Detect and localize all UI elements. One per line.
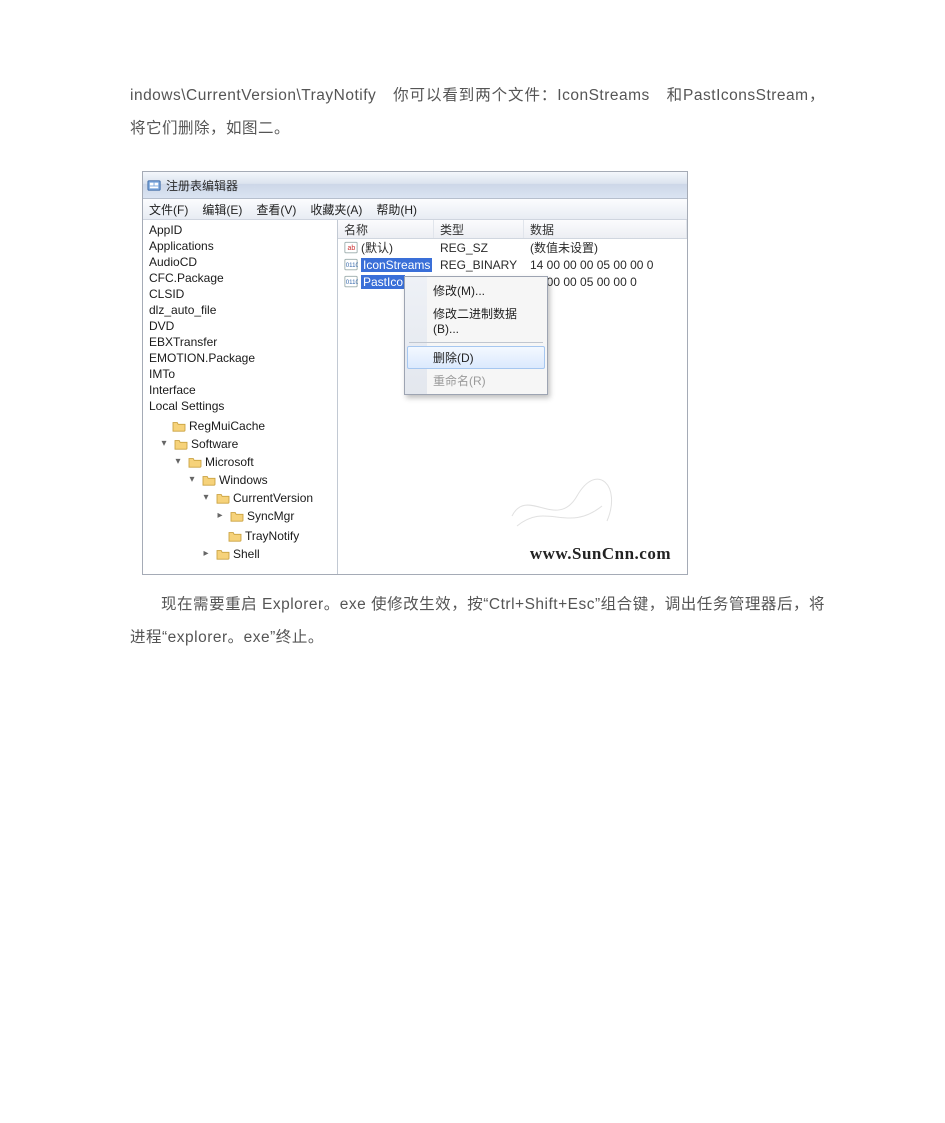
- title-bar: 注册表编辑器: [143, 172, 687, 199]
- folder-icon: [174, 438, 188, 450]
- regedit-window: 注册表编辑器 文件(F) 编辑(E) 查看(V) 收藏夹(A) 帮助(H) Ap…: [142, 171, 688, 575]
- tree-list: AppID Applications AudioCD CFC.Package C…: [143, 220, 337, 562]
- folder-icon: [216, 492, 230, 504]
- tree-item[interactable]: ▸ SyncMgr: [145, 506, 337, 524]
- tree-item[interactable]: Local Settings: [145, 398, 337, 414]
- regedit-body: AppID Applications AudioCD CFC.Package C…: [143, 220, 687, 574]
- menu-help[interactable]: 帮助(H): [376, 201, 417, 218]
- folder-icon: [188, 456, 202, 468]
- paragraph-1: indows\CurrentVersion\TrayNotify 你可以看到两个…: [130, 80, 825, 145]
- tree-item[interactable]: TrayNotify: [145, 524, 337, 544]
- svg-text:ab: ab: [348, 245, 356, 252]
- col-name[interactable]: 名称: [338, 220, 434, 238]
- decorative-scribble: [507, 476, 627, 536]
- menu-file[interactable]: 文件(F): [149, 201, 188, 218]
- menu-edit[interactable]: 编辑(E): [202, 201, 242, 218]
- svg-text:0110: 0110: [346, 279, 358, 286]
- expander-icon[interactable]: ▾: [201, 493, 211, 503]
- tree-item[interactable]: IMTo: [145, 366, 337, 382]
- paragraph-2: 现在需要重启 Explorer。exe 使修改生效，按“Ctrl+Shift+E…: [130, 589, 825, 654]
- separator: [409, 342, 543, 343]
- folder-icon: [202, 474, 216, 486]
- tree-item[interactable]: Interface: [145, 382, 337, 398]
- document-page: indows\CurrentVersion\TrayNotify 你可以看到两个…: [0, 0, 945, 1123]
- menu-view[interactable]: 查看(V): [256, 201, 296, 218]
- folder-icon: [228, 530, 242, 542]
- svg-text:0110: 0110: [346, 262, 358, 269]
- menu-fav[interactable]: 收藏夹(A): [310, 201, 362, 218]
- value-pane: 名称 类型 数据 ab (默认) REG_SZ: [338, 220, 687, 574]
- binary-icon: 0110: [344, 258, 358, 271]
- value-row-selected[interactable]: 0110 IconStreams REG_BINARY 14 00 00 00 …: [338, 256, 687, 273]
- tree-item[interactable]: EBXTransfer: [145, 334, 337, 350]
- expander-icon[interactable]: ▸: [215, 511, 225, 521]
- tree-item[interactable]: Applications: [145, 238, 337, 254]
- tree-pane: AppID Applications AudioCD CFC.Package C…: [143, 220, 338, 574]
- expander-icon[interactable]: ▾: [187, 475, 197, 485]
- column-headers: 名称 类型 数据: [338, 220, 687, 239]
- value-row[interactable]: ab (默认) REG_SZ (数值未设置): [338, 239, 687, 256]
- string-icon: ab: [344, 241, 358, 254]
- regedit-icon: [147, 178, 162, 193]
- expander-icon[interactable]: ▾: [159, 439, 169, 449]
- context-rename[interactable]: 重命名(R): [407, 369, 545, 392]
- menu-bar: 文件(F) 编辑(E) 查看(V) 收藏夹(A) 帮助(H): [143, 199, 687, 220]
- tree-item[interactable]: ▸ Shell: [145, 544, 337, 562]
- tree-item[interactable]: EMOTION.Package: [145, 350, 337, 366]
- context-delete[interactable]: 删除(D): [407, 346, 545, 369]
- tree-item[interactable]: DVD: [145, 318, 337, 334]
- binary-icon: 0110: [344, 275, 358, 288]
- tree-item[interactable]: AppID: [145, 222, 337, 238]
- tree-item[interactable]: dlz_auto_file: [145, 302, 337, 318]
- tree-item[interactable]: CLSID: [145, 286, 337, 302]
- folder-icon: [216, 548, 230, 560]
- folder-icon: [172, 420, 186, 432]
- tree-item[interactable]: ▾ Microsoft: [145, 452, 337, 470]
- tree-item[interactable]: CFC.Package: [145, 270, 337, 286]
- context-modify[interactable]: 修改(M)...: [407, 279, 545, 302]
- tree-item[interactable]: AudioCD: [145, 254, 337, 270]
- watermark: www.SunCnn.com: [530, 544, 671, 564]
- expander-icon[interactable]: ▾: [173, 457, 183, 467]
- tree-item[interactable]: ▾ Software: [145, 434, 337, 452]
- col-data[interactable]: 数据: [524, 220, 687, 238]
- expander-icon[interactable]: ▸: [201, 549, 211, 559]
- folder-icon: [230, 510, 244, 522]
- col-type[interactable]: 类型: [434, 220, 524, 238]
- tree-item[interactable]: ▾ CurrentVersion: [145, 488, 337, 506]
- window-title: 注册表编辑器: [166, 177, 238, 194]
- tree-item[interactable]: RegMuiCache: [145, 414, 337, 434]
- tree-item[interactable]: ▾ Windows: [145, 470, 337, 488]
- embedded-screenshot: 注册表编辑器 文件(F) 编辑(E) 查看(V) 收藏夹(A) 帮助(H) Ap…: [142, 171, 686, 575]
- context-modify-binary[interactable]: 修改二进制数据(B)...: [407, 302, 545, 339]
- context-menu: 修改(M)... 修改二进制数据(B)... 删除(D) 重命名(R): [404, 276, 548, 395]
